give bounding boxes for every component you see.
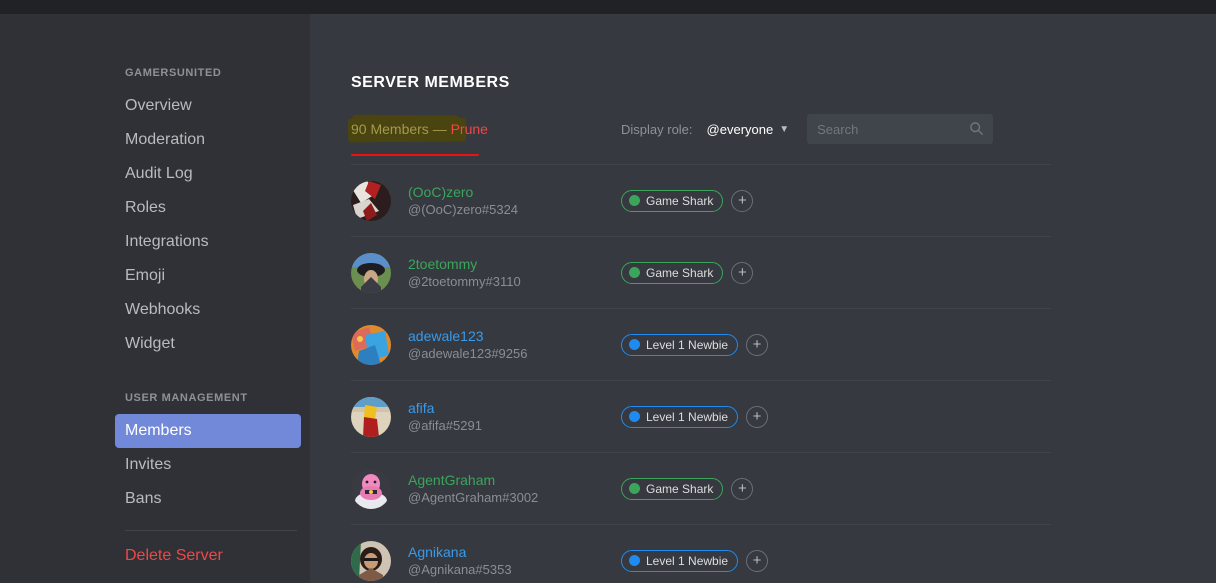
member-identity: 2toetommy @2toetommy#3110 xyxy=(408,255,618,291)
sidebar-item-webhooks[interactable]: Webhooks xyxy=(115,293,301,327)
underline-annotation xyxy=(351,154,479,156)
sidebar-server-name: GAMERSUNITED xyxy=(125,67,222,79)
member-row[interactable]: afifa @afifa#5291 Level 1 Newbie + xyxy=(351,380,1051,452)
member-row[interactable]: adewale123 @adewale123#9256 Level 1 Newbie… xyxy=(351,308,1051,380)
member-tag: @adewale123#9256 xyxy=(408,345,528,361)
add-role-button[interactable]: + xyxy=(746,549,769,572)
role-label: Level 1 Newbie xyxy=(646,553,729,568)
member-count-row: 90 Members — Prune xyxy=(347,116,1011,156)
member-row[interactable]: AgentGraham @AgentGraham#3002 Game Shark + xyxy=(351,452,1051,524)
member-row[interactable]: Agnikana @Agnikana#5353 Level 1 Newbie + xyxy=(351,524,1051,583)
sidebar-item-delete-server[interactable]: Delete Server xyxy=(115,539,301,573)
avatar xyxy=(351,468,391,509)
member-row[interactable]: 2toetommy @2toetommy#3110 Game Shark + xyxy=(351,236,1051,308)
member-tag: @AgentGraham#3002 xyxy=(408,489,539,505)
role-label: Level 1 Newbie xyxy=(646,337,729,352)
avatar xyxy=(351,324,391,365)
sidebar-server-list: Overview Moderation Audit Log Roles Integrat… xyxy=(115,89,301,361)
member-roles: Game Shark + xyxy=(621,189,754,212)
role-color-dot xyxy=(629,411,640,422)
role-label: Game Shark xyxy=(646,193,714,208)
member-tag: @Agnikana#5353 xyxy=(408,561,512,577)
sidebar-item-emoji[interactable]: Emoji xyxy=(115,259,301,293)
member-tag: @afifa#5291 xyxy=(408,417,482,433)
avatar xyxy=(351,396,391,437)
role-pill[interactable]: Game Shark xyxy=(621,189,724,212)
count-separator: — xyxy=(432,121,447,137)
member-username: (OoC)zero xyxy=(408,183,474,200)
role-pill[interactable]: Level 1 Newbie xyxy=(621,405,739,428)
member-username: adewale123 xyxy=(408,327,484,344)
sidebar-item-widget[interactable]: Widget xyxy=(115,327,301,361)
settings-sidebar: GAMERSUNITED Overview Moderation Audit Log… xyxy=(0,14,310,583)
settings-window: GAMERSUNITED Overview Moderation Audit Log… xyxy=(0,0,1216,583)
member-identity: (OoC)zero @(OoC)zero#5324 xyxy=(408,183,618,219)
avatar xyxy=(351,540,391,581)
sidebar-item-members[interactable]: Members xyxy=(115,414,301,448)
member-roles: Game Shark + xyxy=(621,261,754,284)
role-pill[interactable]: Level 1 Newbie xyxy=(621,549,739,572)
add-role-button[interactable]: + xyxy=(746,405,769,428)
window-titlebar xyxy=(0,0,1216,14)
prune-link[interactable]: Prune xyxy=(451,121,488,137)
member-count-text: 90 Members — Prune xyxy=(351,116,1011,142)
member-username: afifa xyxy=(408,399,435,416)
member-identity: afifa @afifa#5291 xyxy=(408,399,618,435)
members-panel: SERVER MEMBERS 90 Members — Prune Displa… xyxy=(310,14,1216,583)
sidebar-item-audit-log[interactable]: Audit Log xyxy=(115,157,301,191)
sidebar-item-integrations[interactable]: Integrations xyxy=(115,225,301,259)
member-tag: @(OoC)zero#5324 xyxy=(408,201,519,217)
role-pill[interactable]: Level 1 Newbie xyxy=(621,333,739,356)
member-identity: adewale123 @adewale123#9256 xyxy=(408,327,618,363)
add-role-button[interactable]: + xyxy=(731,261,754,284)
member-username: 2toetommy xyxy=(408,255,478,272)
add-role-button[interactable]: + xyxy=(731,477,754,500)
member-roles: Game Shark + xyxy=(621,477,754,500)
page-title: SERVER MEMBERS xyxy=(351,74,510,91)
role-color-dot xyxy=(629,195,640,206)
sidebar-item-overview[interactable]: Overview xyxy=(115,89,301,123)
member-identity: AgentGraham @AgentGraham#3002 xyxy=(408,471,618,507)
role-color-dot xyxy=(629,555,640,566)
role-color-dot xyxy=(629,483,640,494)
member-roles: Level 1 Newbie + xyxy=(621,549,769,572)
sidebar-divider xyxy=(125,530,297,531)
sidebar-item-invites[interactable]: Invites xyxy=(115,448,301,482)
role-label: Game Shark xyxy=(646,481,714,496)
sidebar-user-list: Members Invites Bans xyxy=(115,414,301,516)
role-color-dot xyxy=(629,267,640,278)
avatar xyxy=(351,252,391,293)
member-row[interactable]: (OoC)zero @(OoC)zero#5324 Game Shark + xyxy=(351,164,1051,236)
add-role-button[interactable]: + xyxy=(746,333,769,356)
add-role-button[interactable]: + xyxy=(731,189,754,212)
role-pill[interactable]: Game Shark xyxy=(621,261,724,284)
member-count-value: 90 Members xyxy=(351,121,429,137)
member-list: (OoC)zero @(OoC)zero#5324 Game Shark +2toet… xyxy=(351,164,1051,583)
avatar xyxy=(351,180,391,221)
role-label: Level 1 Newbie xyxy=(646,409,729,424)
sidebar-item-roles[interactable]: Roles xyxy=(115,191,301,225)
role-pill[interactable]: Game Shark xyxy=(621,477,724,500)
sidebar-item-bans[interactable]: Bans xyxy=(115,482,301,516)
member-identity: Agnikana @Agnikana#5353 xyxy=(408,543,618,579)
member-tag: @2toetommy#3110 xyxy=(408,273,521,289)
sidebar-user-management-header: USER MANAGEMENT xyxy=(125,392,248,404)
sidebar-item-moderation[interactable]: Moderation xyxy=(115,123,301,157)
member-username: Agnikana xyxy=(408,543,467,560)
member-roles: Level 1 Newbie + xyxy=(621,405,769,428)
role-label: Game Shark xyxy=(646,265,714,280)
member-username: AgentGraham xyxy=(408,471,496,488)
role-color-dot xyxy=(629,339,640,350)
member-roles: Level 1 Newbie + xyxy=(621,333,769,356)
